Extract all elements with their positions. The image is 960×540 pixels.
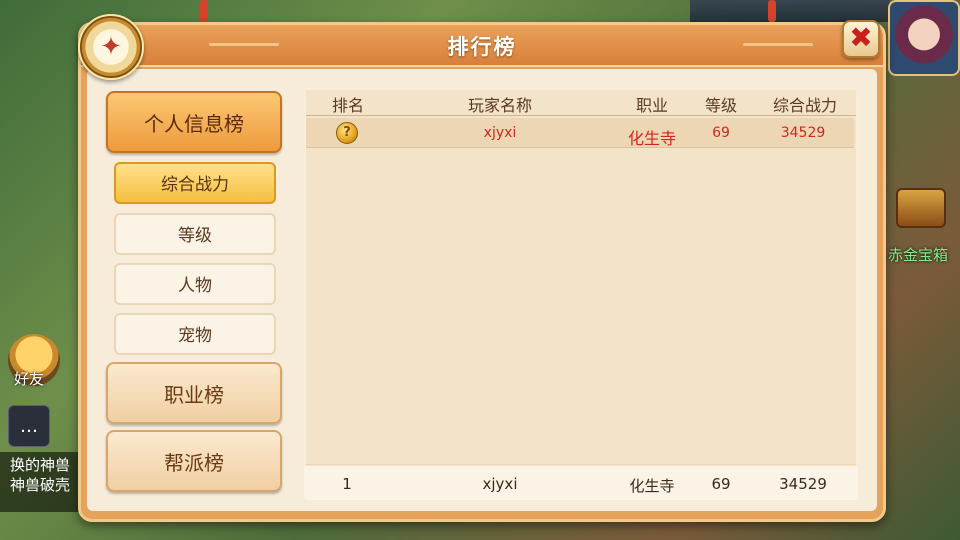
close-button[interactable]: ✖ [842, 20, 880, 58]
category-personal-info[interactable]: 个人信息榜 [106, 91, 282, 153]
self-profession: 化生寺 [629, 477, 675, 495]
self-level: 69 [711, 475, 731, 493]
lantern-pole-right [768, 0, 776, 22]
category-guild[interactable]: 帮派榜 [106, 430, 282, 492]
self-rank: 1 [342, 475, 352, 493]
row-player-name: xjyxi [483, 125, 517, 141]
treasure-chest-icon [896, 188, 946, 228]
top-status-bar [690, 0, 890, 22]
player-portrait-avatar[interactable] [888, 0, 960, 76]
self-row-divider [306, 464, 856, 465]
treasure-chest-button[interactable]: 赤金宝箱 [888, 188, 954, 266]
header-ornament-right [743, 43, 813, 46]
ranking-table [304, 88, 858, 500]
subcategory-level[interactable]: 等级 [114, 213, 276, 255]
row-combat-power: 34529 [780, 125, 826, 141]
category-profession[interactable]: 职业榜 [106, 362, 282, 424]
ranking-medal-icon: ✦ [78, 14, 144, 80]
column-header-rank: 排名 [331, 96, 364, 115]
chat-bubble-icon[interactable]: … [8, 405, 50, 447]
column-header-player-name: 玩家名称 [467, 96, 532, 115]
gold-rank-medal-icon: ? [336, 122, 358, 144]
chat-line: 换的神兽 [10, 456, 71, 474]
table-header-divider [306, 115, 856, 116]
self-combat-power: 34529 [779, 475, 827, 493]
column-header-profession: 职业 [635, 96, 668, 115]
subcategory-pet[interactable]: 宠物 [114, 313, 276, 355]
row-level: 69 [712, 125, 730, 141]
panel-header: 排行榜 [81, 25, 883, 67]
friend-label: 好友 [14, 370, 45, 388]
column-header-combat-power: 综合战力 [772, 96, 837, 115]
subcategory-character[interactable]: 人物 [114, 263, 276, 305]
treasure-chest-label: 赤金宝箱 [888, 246, 949, 264]
panel-title: 排行榜 [447, 35, 517, 59]
subcategory-combat-power[interactable]: 综合战力 [114, 162, 276, 204]
column-header-level: 等级 [704, 96, 737, 115]
chat-preview[interactable]: 换的神兽 神兽破壳 [0, 452, 80, 512]
chat-line: 神兽破壳 [10, 476, 71, 494]
row-profession: 化生寺 [627, 129, 676, 148]
lantern-pole-left [200, 0, 208, 22]
self-player-name: xjyxi [482, 475, 518, 493]
